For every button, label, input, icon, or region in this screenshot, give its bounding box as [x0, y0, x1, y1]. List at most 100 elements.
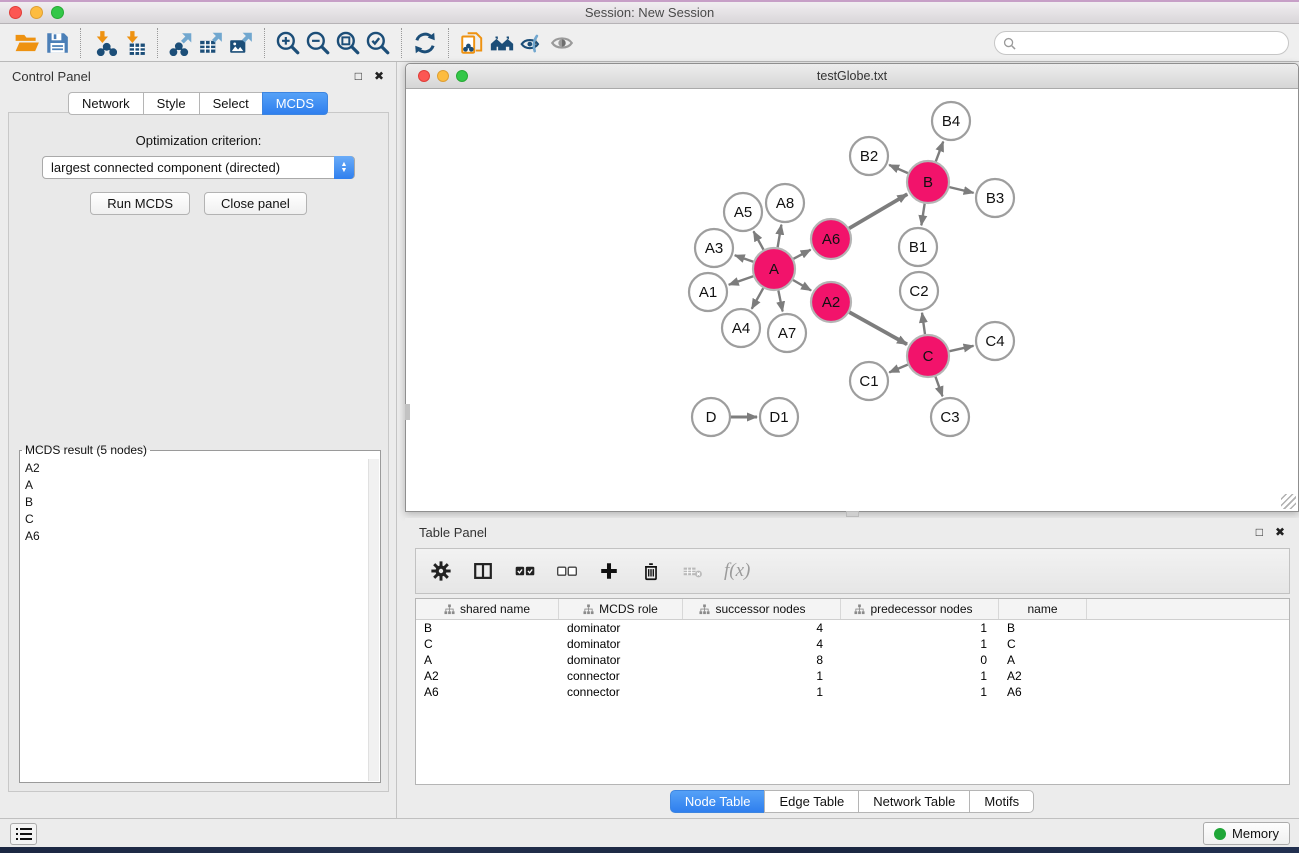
eye-icon[interactable] — [547, 28, 577, 58]
import-table-icon[interactable] — [119, 28, 149, 58]
mcds-result-item[interactable]: A — [21, 476, 368, 493]
node-C2[interactable]: C2 — [900, 272, 938, 310]
table-cell[interactable]: connector — [559, 668, 683, 684]
edge-C-C1[interactable] — [889, 365, 907, 373]
tab-network[interactable]: Network — [68, 92, 143, 115]
mcds-result-item[interactable]: C — [21, 510, 368, 527]
import-network-icon[interactable] — [89, 28, 119, 58]
mcds-result-item[interactable]: B — [21, 493, 368, 510]
optimization-criterion-select[interactable]: largest connected component (directed) ▲… — [42, 156, 355, 179]
node-A6[interactable]: A6 — [811, 219, 851, 259]
show-column-icon[interactable] — [472, 560, 494, 582]
close-panel-button[interactable]: Close panel — [204, 192, 307, 215]
duplicate-network-icon[interactable] — [457, 28, 487, 58]
column-header-predecessor-nodes[interactable]: predecessor nodes — [841, 599, 999, 619]
table-float-panel-icon[interactable]: □ — [1256, 526, 1263, 538]
node-D[interactable]: D — [692, 398, 730, 436]
delete-column-trash-icon[interactable] — [640, 560, 662, 582]
table-cell[interactable]: dominator — [559, 652, 683, 668]
table-cell[interactable]: A — [416, 652, 559, 668]
edge-A-A2[interactable] — [793, 280, 811, 290]
table-row[interactable]: Adominator80A — [416, 652, 1289, 668]
edge-A-A1[interactable] — [729, 276, 753, 285]
edge-A-A4[interactable] — [752, 288, 764, 309]
zoom-fit-icon[interactable] — [333, 28, 363, 58]
network-canvas[interactable]: AA1A2A3A4A5A6A7A8BB1B2B3B4CC1C2C3C4DD1 — [406, 89, 1298, 511]
resize-grip[interactable] — [1281, 494, 1296, 509]
bottom-edge-handle[interactable] — [846, 511, 859, 517]
edge-B-B2[interactable] — [889, 165, 908, 173]
function-builder-icon[interactable]: f(x) — [724, 560, 750, 582]
left-edge-handle[interactable] — [405, 404, 410, 420]
tab-motifs[interactable]: Motifs — [969, 790, 1034, 813]
table-cell[interactable]: A — [999, 652, 1087, 668]
node-A8[interactable]: A8 — [766, 184, 804, 222]
task-history-list-icon[interactable] — [10, 823, 37, 845]
close-panel-icon[interactable]: ✖ — [374, 70, 384, 82]
edge-A-A8[interactable] — [778, 225, 782, 248]
node-B2[interactable]: B2 — [850, 137, 888, 175]
edge-A-A3[interactable] — [735, 255, 753, 261]
table-cell[interactable]: B — [416, 620, 559, 636]
node-A4[interactable]: A4 — [722, 309, 760, 347]
table-cell[interactable]: dominator — [559, 620, 683, 636]
table-row[interactable]: A2connector11A2 — [416, 668, 1289, 684]
search-input[interactable] — [1021, 33, 1288, 53]
mcds-result-list[interactable]: A2ABCA6 — [21, 459, 368, 781]
select-all-columns-icon[interactable] — [514, 560, 536, 582]
table-cell[interactable]: C — [416, 636, 559, 652]
column-header-name[interactable]: name — [999, 599, 1087, 619]
table-cell[interactable]: dominator — [559, 636, 683, 652]
column-header-successor-nodes[interactable]: successor nodes — [683, 599, 841, 619]
export-network-icon[interactable] — [166, 28, 196, 58]
mcds-result-item[interactable]: A2 — [21, 459, 368, 476]
tab-mcds[interactable]: MCDS — [262, 92, 328, 115]
node-A7[interactable]: A7 — [768, 314, 806, 352]
node-A1[interactable]: A1 — [689, 273, 727, 311]
table-cell[interactable]: 8 — [683, 652, 841, 668]
table-cell[interactable]: 1 — [841, 636, 999, 652]
edge-A-A5[interactable] — [754, 231, 764, 249]
edge-B-B4[interactable] — [936, 142, 943, 162]
node-A2[interactable]: A2 — [811, 282, 851, 322]
zoom-out-icon[interactable] — [303, 28, 333, 58]
table-cell[interactable]: 4 — [683, 620, 841, 636]
tab-style[interactable]: Style — [143, 92, 199, 115]
result-list-scrollbar[interactable] — [368, 459, 379, 781]
table-cell[interactable]: B — [999, 620, 1087, 636]
mcds-result-item[interactable]: A6 — [21, 527, 368, 544]
node-A5[interactable]: A5 — [724, 193, 762, 231]
column-header-mcds-role[interactable]: MCDS role — [559, 599, 683, 619]
table-cell[interactable]: C — [999, 636, 1087, 652]
node-B[interactable]: B — [907, 161, 949, 203]
table-cell[interactable]: 1 — [683, 668, 841, 684]
destroy-table-icon[interactable] — [682, 560, 704, 582]
table-row[interactable]: A6connector11A6 — [416, 684, 1289, 700]
table-cell[interactable]: A2 — [416, 668, 559, 684]
edge-C-C4[interactable] — [949, 346, 973, 351]
create-column-plus-icon[interactable] — [598, 560, 620, 582]
network-window-titlebar[interactable]: testGlobe.txt — [406, 64, 1298, 89]
table-cell[interactable]: connector — [559, 684, 683, 700]
zoom-in-icon[interactable] — [273, 28, 303, 58]
table-cell[interactable]: A2 — [999, 668, 1087, 684]
edge-B-B1[interactable] — [921, 204, 924, 226]
table-row[interactable]: Bdominator41B — [416, 620, 1289, 636]
table-cell[interactable]: 1 — [841, 620, 999, 636]
refresh-icon[interactable] — [410, 28, 440, 58]
run-mcds-button[interactable]: Run MCDS — [90, 192, 190, 215]
memory-button[interactable]: Memory — [1203, 822, 1290, 845]
edge-A-A7[interactable] — [778, 291, 782, 312]
table-cell[interactable]: 0 — [841, 652, 999, 668]
tab-edge-table[interactable]: Edge Table — [764, 790, 858, 813]
node-C3[interactable]: C3 — [931, 398, 969, 436]
home-icon[interactable] — [487, 28, 517, 58]
table-close-panel-icon[interactable]: ✖ — [1275, 526, 1285, 538]
zoom-selected-icon[interactable] — [363, 28, 393, 58]
node-B4[interactable]: B4 — [932, 102, 970, 140]
column-header-shared-name[interactable]: shared name — [416, 599, 559, 619]
edge-A2-C[interactable] — [849, 312, 907, 344]
node-A[interactable]: A — [753, 248, 795, 290]
table-cell[interactable]: 1 — [841, 684, 999, 700]
tab-select[interactable]: Select — [199, 92, 262, 115]
